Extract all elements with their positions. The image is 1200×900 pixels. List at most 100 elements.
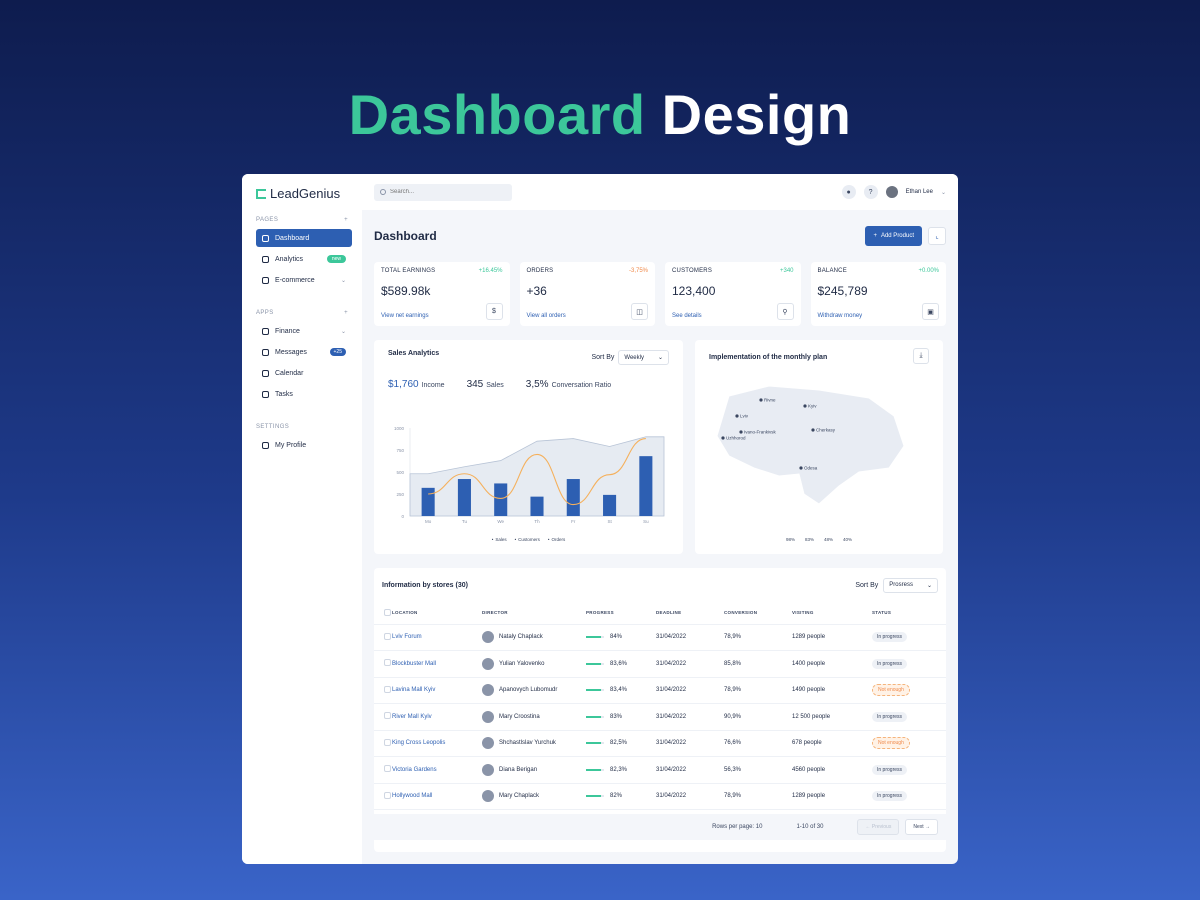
kpi-income: $1,760 Income — [388, 379, 445, 390]
add-icon[interactable]: + — [344, 217, 348, 223]
notifications-icon[interactable]: ● — [841, 185, 856, 199]
row-checkbox[interactable] — [384, 659, 391, 667]
search-box[interactable] — [374, 183, 512, 201]
row-checkbox[interactable] — [384, 765, 391, 773]
search-icon — [380, 189, 386, 195]
legend-item[interactable]: Customers — [515, 537, 540, 542]
stat-label: TOTAL EARNINGS — [381, 268, 436, 274]
sidebar-item-ecommerce[interactable]: E-commerce ⌄ — [256, 271, 352, 289]
user-name[interactable]: Ethan Lee — [906, 189, 933, 195]
x-tick-label: We — [497, 519, 504, 524]
city-dot[interactable] — [803, 404, 807, 408]
ukraine-map[interactable]: Rivne Kyiv Lviv Ivano-FrankivskUzhhorod Cher… — [709, 376, 929, 516]
stat-label: ORDERS — [526, 268, 554, 274]
cell-location[interactable]: Hollywood Mall — [392, 783, 482, 810]
bar-sales — [603, 494, 617, 516]
avatar[interactable] — [885, 186, 898, 198]
cell-location[interactable]: Victoria Gardens — [392, 756, 482, 784]
table-row[interactable]: River Mall Kyiv Mary Croostina 83% 31/04/20… — [374, 703, 946, 731]
row-checkbox[interactable] — [384, 712, 391, 720]
cell-progress: 83% — [610, 713, 623, 720]
col-deadline[interactable]: DEADLINE — [656, 602, 724, 625]
add-product-button[interactable]: + Add Product — [865, 226, 922, 246]
sales-analytics-card: Sales Analytics Sort By Weekly ⌄ $1,760 I… — [374, 340, 683, 554]
legend-item[interactable]: Sales — [492, 537, 506, 542]
download-icon: ⤓ — [919, 352, 923, 359]
cell-location[interactable]: Blockbuster Mall — [392, 650, 482, 678]
sidebar-item-dashboard[interactable]: Dashboard — [256, 229, 352, 247]
legend-item[interactable]: Orders — [548, 537, 566, 542]
status-badge: In progress — [872, 791, 908, 802]
sort-label: Sort By — [591, 354, 615, 361]
stat-link[interactable]: Withdraw money — [818, 313, 863, 319]
col-visiting[interactable]: VISITING — [792, 602, 872, 625]
sidebar-item-messages[interactable]: Messages +25 — [256, 343, 352, 361]
cell-location[interactable]: Lviv Forum — [392, 624, 482, 651]
stat-link[interactable]: See details — [672, 313, 702, 319]
sidebar-item-calendar[interactable]: Calendar — [256, 364, 352, 382]
period-select[interactable]: Weekly ⌄ — [618, 350, 669, 365]
sidebar-item-analytics[interactable]: Analytics new — [256, 250, 352, 268]
calendar-icon — [262, 369, 269, 377]
next-button[interactable]: Next → — [905, 819, 938, 835]
chevron-down-icon[interactable]: ⌄ — [941, 189, 946, 196]
progress-bar-fill — [586, 689, 601, 692]
table-row[interactable]: Blockbuster Mall Yulian Yalovenko 83,6% 31/… — [374, 650, 946, 678]
col-director[interactable]: DIRECTOR — [482, 602, 586, 625]
row-checkbox[interactable] — [384, 791, 391, 799]
progress-bar-fill — [586, 636, 602, 639]
city-label: Lviv — [740, 414, 749, 419]
add-icon[interactable]: + — [344, 310, 348, 316]
col-location[interactable]: LOCATION — [392, 602, 482, 625]
select-all-checkbox[interactable] — [384, 608, 391, 616]
y-tick-label: 500 — [396, 470, 404, 475]
logo[interactable]: LeadGenius — [256, 186, 352, 201]
city-dot[interactable] — [735, 414, 739, 418]
stat-label: CUSTOMERS — [672, 268, 713, 274]
main-content: Dashboard + Add Product ⌞ TOTAL EARNINGS… — [362, 210, 958, 864]
cell-location[interactable]: Lavina Mall Kyiv — [392, 677, 482, 704]
help-icon[interactable]: ? — [863, 185, 878, 199]
map-legend: 98% 83% 48% 40% — [695, 537, 943, 542]
sidebar: LeadGenius PAGES + Dashboard Analytics ne… — [242, 174, 362, 864]
col-progress[interactable]: PROGRESS — [586, 602, 656, 625]
sidebar-item-my-profile[interactable]: My Profile — [256, 436, 352, 454]
download-button[interactable]: ⤓ — [913, 348, 929, 364]
cell-visiting: 4560 people — [792, 756, 872, 784]
city-dot[interactable] — [721, 436, 725, 440]
table-row[interactable]: Lavina Mall Kyiv Apanovych Lubomudr 83,4% 3… — [374, 677, 946, 704]
stat-link[interactable]: View all orders — [527, 313, 566, 319]
city-dot[interactable] — [811, 428, 815, 432]
progress-bar — [586, 636, 604, 639]
sidebar-item-finance[interactable]: Finance ⌄ — [256, 322, 352, 340]
cell-visiting: 1400 people — [792, 650, 872, 678]
row-checkbox[interactable] — [384, 685, 391, 693]
period-value: Weekly — [624, 354, 644, 361]
search-input[interactable] — [390, 189, 500, 195]
col-conversion[interactable]: CONVERSION — [724, 602, 792, 625]
cell-location[interactable]: King Cross Leopolis — [392, 730, 482, 757]
table-row[interactable]: King Cross Leopolis Shchastlslav Yurchuk 8… — [374, 730, 946, 757]
city-dot[interactable] — [799, 466, 803, 470]
sidebar-item-tasks[interactable]: Tasks — [256, 385, 352, 403]
table-row[interactable]: Lviv Forum Nataly Chaplack 84% 31/04/2022 78… — [374, 624, 946, 651]
previous-button[interactable]: ← Previous — [857, 819, 900, 835]
cell-location[interactable]: River Mall Kyiv — [392, 703, 482, 731]
table-row[interactable]: Victoria Gardens Diana Berigan 82,3% 31/04/… — [374, 756, 946, 784]
chart-view-button[interactable]: ⌞ — [928, 227, 946, 245]
table-row[interactable]: Hollywood Mall Mary Chaplack 82% 31/04/2022… — [374, 783, 946, 810]
table-sort-select[interactable]: Prosress ⌄ — [883, 577, 938, 593]
page-title: Dashboard — [374, 229, 437, 243]
city-dot[interactable] — [739, 430, 743, 434]
col-status[interactable]: STATUS — [872, 602, 946, 625]
row-checkbox[interactable] — [384, 738, 391, 746]
rows-per-page[interactable]: Rows per page: 10 — [712, 824, 762, 830]
status-badge: In progress — [872, 711, 908, 722]
stat-link[interactable]: View net earnings — [381, 313, 429, 319]
row-checkbox[interactable] — [384, 632, 391, 640]
city-dot[interactable] — [759, 398, 763, 402]
chat-icon — [262, 348, 269, 356]
progress-bar-fill — [586, 795, 601, 798]
sort-label: Sort By — [855, 581, 879, 589]
wallet-icon — [262, 327, 269, 335]
